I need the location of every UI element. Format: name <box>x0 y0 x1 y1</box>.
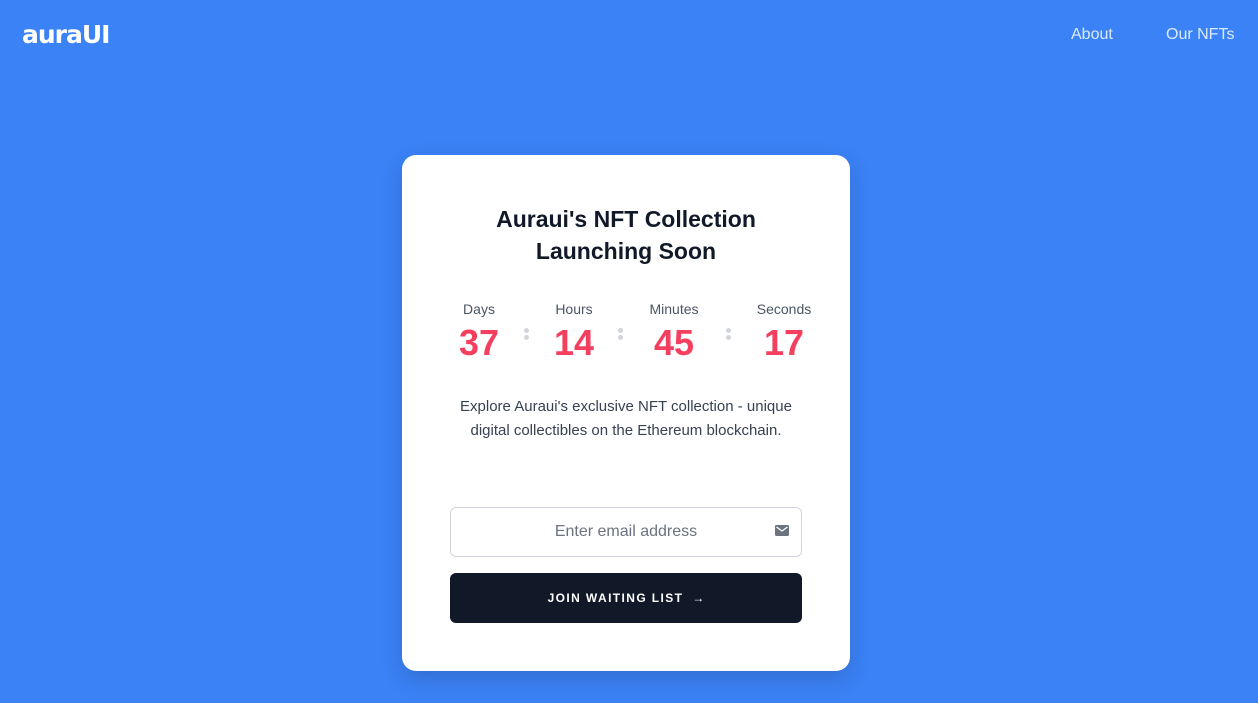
countdown-label: Days <box>463 301 495 317</box>
launch-card: Auraui's NFT Collection Launching Soon D… <box>402 155 850 671</box>
nav-link-our-nfts[interactable]: Our NFTs <box>1166 25 1234 45</box>
logo[interactable]: auraUI <box>22 20 110 50</box>
countdown-separator <box>618 328 623 340</box>
site-header: auraUI About Our NFTs <box>0 0 1258 72</box>
join-waiting-list-button[interactable]: JOIN WAITING LIST → <box>450 573 802 623</box>
email-field-container <box>450 507 802 557</box>
countdown-value: 14 <box>553 322 595 363</box>
countdown-label: Hours <box>555 301 593 317</box>
countdown-label: Seconds <box>756 301 812 317</box>
card-title-line-2: Launching Soon <box>535 238 717 264</box>
countdown-label: Minutes <box>649 301 699 317</box>
countdown-value: 17 <box>763 322 805 363</box>
mail-icon <box>775 525 789 536</box>
countdown-days: Days 37 <box>434 299 524 365</box>
countdown-minutes: Minutes 45 <box>629 299 719 365</box>
arrow-right-icon: → <box>692 591 705 605</box>
countdown-value: 45 <box>653 322 695 363</box>
card-description: Explore Auraui's exclusive NFT collectio… <box>460 398 792 439</box>
nav-link-about[interactable]: About <box>1071 25 1113 45</box>
card-title: Auraui's NFT Collection Launching Soon <box>402 203 850 267</box>
countdown-separator <box>726 328 731 340</box>
countdown-seconds: Seconds 17 <box>739 299 829 365</box>
countdown-hours: Hours 14 <box>529 299 619 365</box>
countdown: Days 37 Hours 14 Minutes 45 Seconds 17 <box>402 299 850 369</box>
card-title-line-1: Auraui's NFT Collection <box>496 206 756 232</box>
email-input[interactable] <box>451 508 801 556</box>
join-button-label: JOIN WAITING LIST <box>547 591 684 605</box>
countdown-value: 37 <box>458 322 500 363</box>
